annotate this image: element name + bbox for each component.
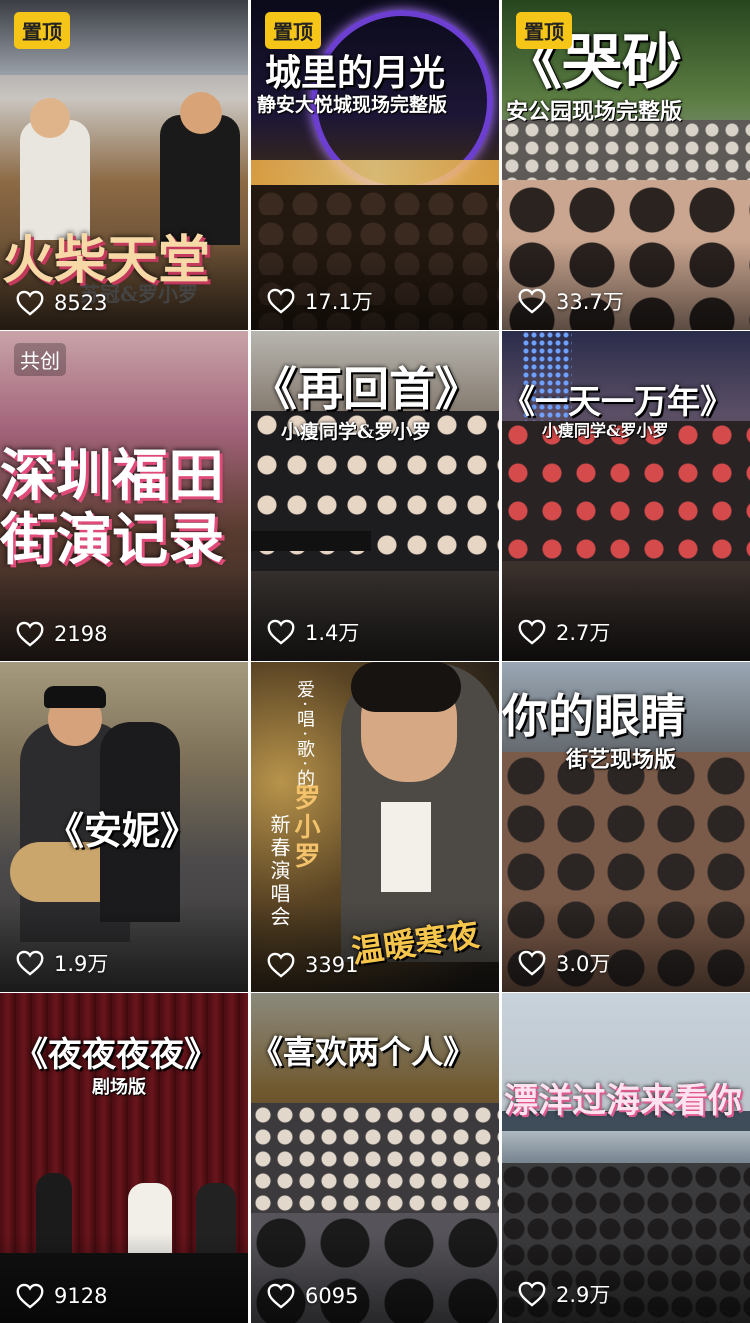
heart-outline-icon[interactable] [267, 1283, 295, 1309]
video-tile-11[interactable]: 《喜欢两个人》 6095 [251, 993, 499, 1323]
like-count: 2.9万 [518, 1279, 610, 1309]
video-tile-7[interactable]: 《安妮》 1.9万 [0, 662, 248, 992]
video-title-line-2: 街演记录 [0, 507, 224, 573]
like-count: 2.7万 [518, 617, 610, 647]
video-tile-5[interactable]: 《再回首》 小瘦同学&罗小罗 1.4万 [251, 331, 499, 661]
like-count-value: 8523 [54, 291, 108, 315]
video-title: 《喜欢两个人》 [251, 1033, 476, 1071]
video-subtitle: 静安大悦城现场完整版 [257, 94, 448, 116]
video-subtitle: 剧场版 [92, 1077, 146, 1098]
cocreate-badge: 共创 [14, 343, 66, 376]
like-count: 3391 [267, 952, 358, 978]
heart-outline-icon[interactable] [267, 952, 295, 978]
like-count-value: 2.7万 [556, 621, 611, 645]
like-count: 2198 [16, 621, 107, 647]
heart-outline-icon[interactable] [518, 288, 546, 314]
like-count-value: 3391 [305, 953, 359, 977]
like-count-value: 6095 [305, 1284, 359, 1308]
heart-outline-icon[interactable] [267, 288, 295, 314]
heart-outline-icon[interactable] [16, 290, 44, 316]
pinned-badge: 置顶 [516, 12, 572, 49]
like-count: 9128 [16, 1283, 107, 1309]
like-count-value: 1.4万 [305, 621, 360, 645]
like-count-value: 1.9万 [54, 952, 109, 976]
video-grid: 置顶 火柴天堂 苏冠&罗小罗 8523 置顶 城里的月光 静安大悦城现场完整版 … [0, 0, 750, 1323]
like-count: 17.1万 [267, 286, 373, 316]
pinned-badge: 置顶 [14, 12, 70, 49]
like-count-value: 3.0万 [556, 952, 611, 976]
like-count: 8523 [16, 290, 107, 316]
video-tile-4[interactable]: 共创 深圳福田 街演记录 2198 [0, 331, 248, 661]
video-title: 你的眼睛 [502, 689, 686, 743]
video-subtitle: 小瘦同学&罗小罗 [281, 421, 432, 443]
video-subtitle: 小瘦同学&罗小罗 [542, 421, 669, 440]
like-count-value: 2198 [54, 622, 108, 646]
heart-outline-icon[interactable] [518, 619, 546, 645]
video-tile-8[interactable]: 爱·唱·歌·的 罗小罗 新春演唱会 温暖寒夜 3391 [251, 662, 499, 992]
video-title: 《一天一万年》 [502, 382, 733, 421]
heart-outline-icon[interactable] [518, 950, 546, 976]
video-tile-12[interactable]: 漂洋过海来看你 2.9万 [502, 993, 750, 1323]
video-tile-10[interactable]: 《夜夜夜夜》 剧场版 9128 [0, 993, 248, 1323]
heart-outline-icon[interactable] [518, 1281, 546, 1307]
video-title: 《夜夜夜夜》 [14, 1035, 218, 1075]
video-tile-1[interactable]: 置顶 火柴天堂 苏冠&罗小罗 8523 [0, 0, 248, 330]
video-tile-6[interactable]: 《一天一万年》 小瘦同学&罗小罗 2.7万 [502, 331, 750, 661]
video-tile-2[interactable]: 置顶 城里的月光 静安大悦城现场完整版 17.1万 [251, 0, 499, 330]
video-title: 《安妮》 [46, 808, 199, 853]
like-count: 1.4万 [267, 617, 359, 647]
video-title: 漂洋过海来看你 [504, 1081, 742, 1121]
like-count-value: 17.1万 [305, 290, 373, 314]
heart-outline-icon[interactable] [16, 1283, 44, 1309]
video-tile-3[interactable]: 置顶 《哭砂 安公园现场完整版 33.7万 [502, 0, 750, 330]
video-subtitle: 安公园现场完整版 [506, 99, 683, 125]
video-subtitle: 街艺现场版 [566, 747, 677, 773]
video-title: 《再回首》 [251, 362, 481, 416]
vertical-tagline: 爱·唱·歌·的 [294, 680, 315, 791]
like-count: 33.7万 [518, 286, 624, 316]
like-count: 3.0万 [518, 948, 610, 978]
like-count-value: 9128 [54, 1284, 108, 1308]
video-title: 城里的月光 [265, 52, 446, 94]
like-count: 6095 [267, 1283, 358, 1309]
like-count-value: 33.7万 [556, 290, 624, 314]
concert-name: 新春演唱会 [267, 814, 291, 929]
like-count: 1.9万 [16, 948, 108, 978]
pinned-badge: 置顶 [265, 12, 321, 49]
heart-outline-icon[interactable] [267, 619, 295, 645]
heart-outline-icon[interactable] [16, 950, 44, 976]
heart-outline-icon[interactable] [16, 621, 44, 647]
video-tile-9[interactable]: 你的眼睛 街艺现场版 3.0万 [502, 662, 750, 992]
like-count-value: 2.9万 [556, 1283, 611, 1307]
